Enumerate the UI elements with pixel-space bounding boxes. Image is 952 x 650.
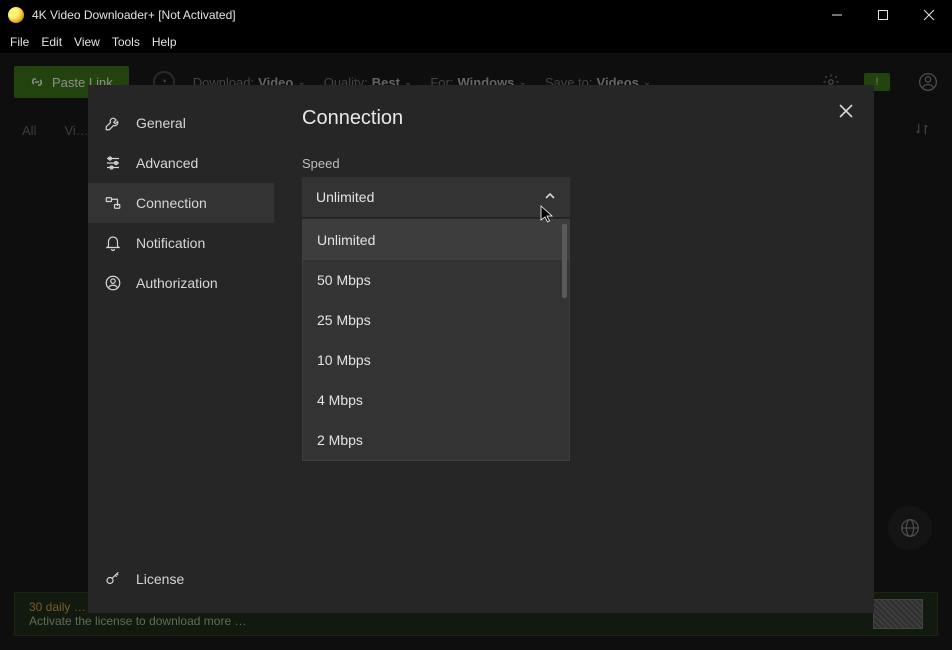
speed-option-2mbps[interactable]: 2 Mbps [303, 420, 569, 460]
chevron-up-icon [544, 190, 556, 205]
speed-label: Speed [302, 156, 846, 171]
nav-general[interactable]: General [88, 103, 274, 143]
minimize-button[interactable] [814, 0, 860, 30]
speed-dropdown: Unlimited 50 Mbps 25 Mbps 10 Mbps 4 Mbps… [302, 219, 570, 461]
nav-authorization-label: Authorization [136, 275, 218, 291]
menu-bar: File Edit View Tools Help [0, 30, 952, 54]
settings-content: Connection Speed Unlimited Unlimited 50 … [274, 85, 874, 613]
speed-option-4mbps[interactable]: 4 Mbps [303, 380, 569, 420]
menu-tools[interactable]: Tools [106, 33, 146, 51]
speed-option-unlimited[interactable]: Unlimited [303, 220, 569, 260]
nav-connection[interactable]: Connection [88, 183, 274, 223]
nav-connection-label: Connection [136, 195, 207, 211]
app-icon [8, 7, 24, 23]
window-controls [814, 0, 952, 30]
speed-option-10mbps[interactable]: 10 Mbps [303, 340, 569, 380]
nav-notification-label: Notification [136, 235, 205, 251]
speed-option-50mbps[interactable]: 50 Mbps [303, 260, 569, 300]
menu-file[interactable]: File [4, 33, 35, 51]
window-titlebar: 4K Video Downloader+ [Not Activated] [0, 0, 952, 30]
nav-license-label: License [136, 571, 184, 587]
speed-select[interactable]: Unlimited Unlimited 50 Mbps 25 Mbps 10 M… [302, 177, 570, 217]
connection-icon [104, 194, 122, 212]
speed-option-25mbps[interactable]: 25 Mbps [303, 300, 569, 340]
nav-advanced[interactable]: Advanced [88, 143, 274, 183]
close-icon [839, 104, 853, 118]
nav-authorization[interactable]: Authorization [88, 263, 274, 303]
key-icon [104, 570, 122, 588]
modal-close-button[interactable] [834, 99, 858, 123]
wrench-icon [104, 114, 122, 132]
speed-selected-value: Unlimited [316, 189, 374, 205]
nav-general-label: General [136, 115, 186, 131]
menu-help[interactable]: Help [146, 33, 183, 51]
settings-sidebar: General Advanced Connection Notification… [88, 85, 274, 613]
settings-modal: General Advanced Connection Notification… [88, 85, 874, 613]
sliders-icon [104, 154, 122, 172]
nav-advanced-label: Advanced [136, 155, 198, 171]
nav-license[interactable]: License [88, 559, 274, 599]
nav-notification[interactable]: Notification [88, 223, 274, 263]
user-circle-icon [104, 274, 122, 292]
maximize-button[interactable] [860, 0, 906, 30]
menu-edit[interactable]: Edit [35, 33, 68, 51]
settings-page-title: Connection [302, 107, 846, 130]
menu-view[interactable]: View [68, 33, 106, 51]
window-title: 4K Video Downloader+ [Not Activated] [32, 8, 236, 22]
bell-icon [104, 234, 122, 252]
close-button[interactable] [906, 0, 952, 30]
dropdown-scrollbar[interactable] [562, 224, 567, 298]
